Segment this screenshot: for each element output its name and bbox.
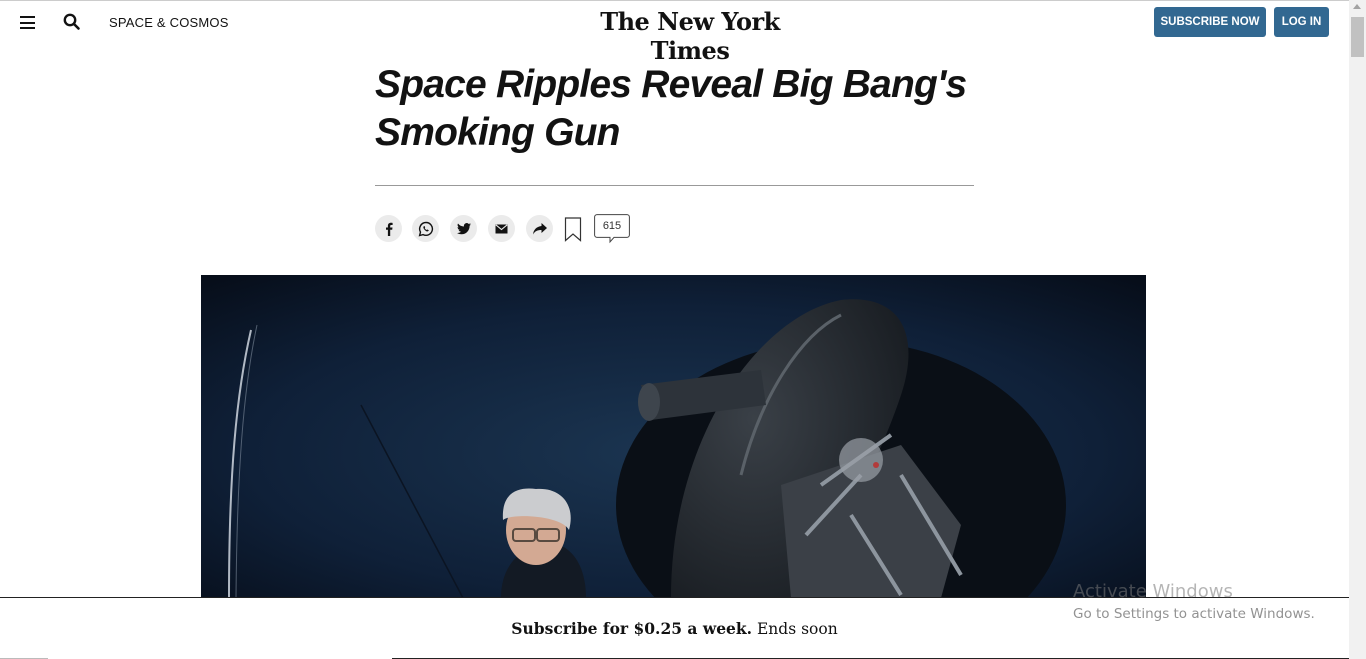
subscribe-button[interactable]: SUBSCRIBE NOW <box>1154 7 1266 37</box>
nyt-logo[interactable]: The New York Times <box>590 7 790 65</box>
email-share-button[interactable] <box>488 215 515 242</box>
comment-count: 615 <box>602 220 622 232</box>
windows-watermark-title: Activate Windows <box>1073 581 1233 602</box>
twitter-icon <box>456 222 471 234</box>
facebook-icon <box>385 222 393 236</box>
facebook-share-button[interactable] <box>375 215 402 242</box>
windows-watermark-subtitle: Go to Settings to activate Windows. <box>1073 606 1315 622</box>
vertical-scrollbar[interactable] <box>1349 0 1366 659</box>
headline-line-1: Space Ripples Reveal Big Bang's <box>375 63 967 106</box>
headline-divider <box>375 185 974 186</box>
masthead: SPACE & COSMOS The New York Times SUBSCR… <box>0 0 1349 65</box>
banner-offer: Subscribe for $0.25 a week. <box>511 619 753 638</box>
banner-ends-soon: Ends soon <box>752 620 838 638</box>
twitter-share-button[interactable] <box>450 215 477 242</box>
menu-icon[interactable] <box>20 16 35 29</box>
whatsapp-share-button[interactable] <box>412 215 439 242</box>
email-icon <box>495 223 508 233</box>
bookmark-icon[interactable] <box>564 217 582 242</box>
headline-line-2: Smoking Gun <box>375 111 621 154</box>
scroll-thumb[interactable] <box>1351 17 1364 57</box>
more-share-button[interactable] <box>526 215 553 242</box>
whatsapp-icon <box>418 221 433 236</box>
section-link[interactable]: SPACE & COSMOS <box>109 15 229 30</box>
share-icon <box>532 222 547 234</box>
login-button[interactable]: LOG IN <box>1274 7 1329 37</box>
scroll-up-arrow-icon[interactable] <box>1353 4 1361 9</box>
article-headline: Space Ripples Reveal Big Bang's Smoking … <box>375 61 975 157</box>
search-icon[interactable] <box>63 13 81 31</box>
lead-photo <box>201 275 1146 598</box>
comments-button[interactable]: 615 <box>594 214 630 244</box>
